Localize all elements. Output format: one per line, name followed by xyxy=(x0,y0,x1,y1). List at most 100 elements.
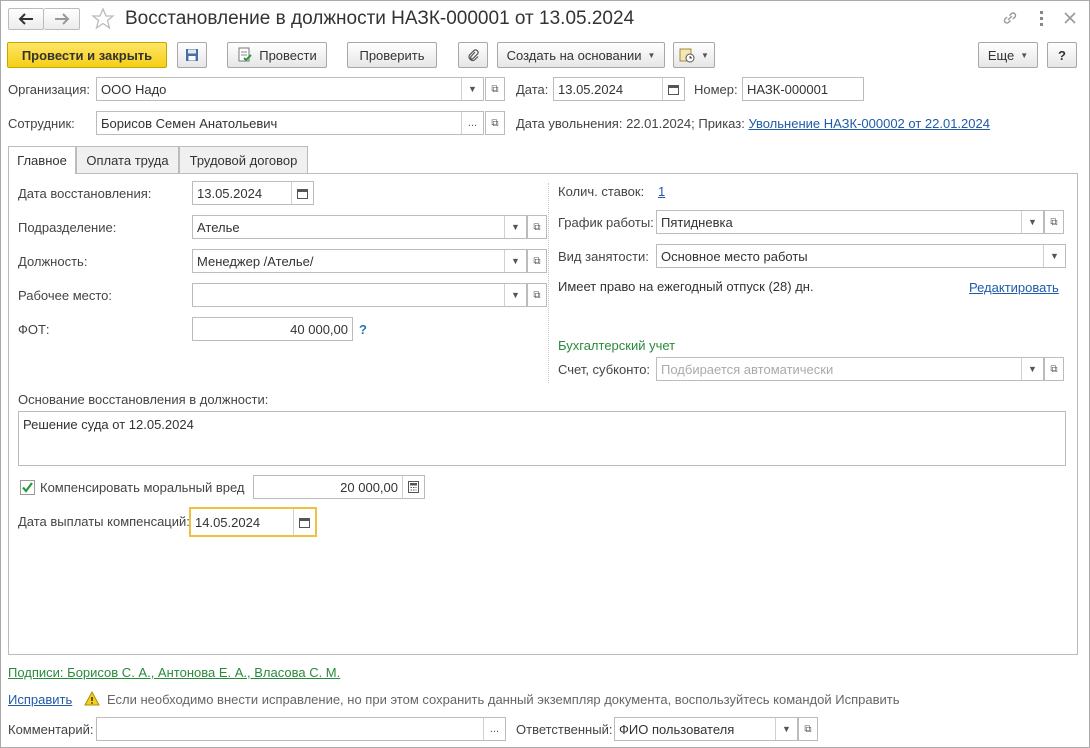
schedule-value: Пятидневка xyxy=(661,214,733,230)
organization-label: Организация: xyxy=(8,82,91,97)
document-window: Восстановление в должности НАЗК-000001 о… xyxy=(0,0,1090,748)
responsible-value: ФИО пользователя xyxy=(619,721,735,737)
compensate-checkbox[interactable] xyxy=(20,480,35,495)
account-field[interactable]: Подбирается автоматически ▼ xyxy=(656,357,1044,381)
open-window-icon: ⧉ xyxy=(491,83,499,95)
rates-label: Колич. ставок: xyxy=(558,184,645,199)
help-label: ? xyxy=(1058,47,1066,63)
check-button[interactable]: Проверить xyxy=(347,42,437,68)
open-window-icon: ⧉ xyxy=(533,289,541,301)
more-button[interactable]: Еще ▼ xyxy=(978,42,1038,68)
more-vert-icon[interactable] xyxy=(1037,9,1045,27)
number-field[interactable]: НАЗК-000001 xyxy=(742,77,864,101)
open-window-icon: ⧉ xyxy=(1050,216,1058,228)
organization-value: ООО Надо xyxy=(101,81,167,97)
calculator-icon[interactable] xyxy=(402,476,424,498)
calendar-icon[interactable] xyxy=(291,182,313,204)
department-value: Ателье xyxy=(197,219,240,235)
edit-vacation-link[interactable]: Редактировать xyxy=(969,280,1059,296)
organization-open-button[interactable]: ⧉ xyxy=(485,77,505,101)
check-mark-icon xyxy=(22,482,33,493)
tab-contract-label: Трудовой договор xyxy=(189,152,298,168)
fot-field[interactable]: 40 000,00 xyxy=(192,317,353,341)
basis-textarea[interactable]: Решение суда от 12.05.2024 xyxy=(18,411,1066,466)
account-label: Счет, субконто: xyxy=(558,362,651,377)
rates-link[interactable]: 1 xyxy=(658,184,665,200)
tab-main[interactable]: Главное xyxy=(8,146,76,174)
fix-link[interactable]: Исправить xyxy=(8,692,72,708)
fot-value: 40 000,00 xyxy=(290,321,348,337)
post-and-close-button[interactable]: Провести и закрыть xyxy=(7,42,167,68)
tab-payment-label: Оплата труда xyxy=(86,152,169,168)
attach-button[interactable] xyxy=(458,42,488,68)
position-open-button[interactable]: ⧉ xyxy=(527,249,547,273)
account-open-button[interactable]: ⧉ xyxy=(1044,357,1064,381)
create-based-on-label: Создать на основании xyxy=(506,47,642,63)
employee-field[interactable]: Борисов Семен Анатольевич ... xyxy=(96,111,484,135)
save-button[interactable] xyxy=(177,42,207,68)
help-button[interactable]: ? xyxy=(1047,42,1077,68)
post-button[interactable]: Провести xyxy=(227,42,327,68)
workplace-label: Рабочее место: xyxy=(18,288,113,303)
compensate-label[interactable]: Компенсировать моральный вред xyxy=(40,480,245,496)
reports-menu-button[interactable]: ▼ xyxy=(673,42,715,68)
restore-date-field[interactable]: 13.05.2024 xyxy=(192,181,314,205)
date-label: Дата: xyxy=(516,82,549,97)
payment-date-field[interactable]: 14.05.2024 xyxy=(189,507,317,537)
date-field[interactable]: 13.05.2024 xyxy=(553,77,685,101)
employee-open-button[interactable]: ⧉ xyxy=(485,111,505,135)
arrow-right-icon xyxy=(54,13,69,25)
responsible-field[interactable]: ФИО пользователя ▼ xyxy=(614,717,798,741)
window-title: Восстановление в должности НАЗК-000001 о… xyxy=(125,8,635,29)
compensate-amount-field[interactable]: 20 000,00 xyxy=(253,475,425,499)
schedule-open-button[interactable]: ⧉ xyxy=(1044,210,1064,234)
signatures-link[interactable]: Подписи: Борисов С. А., Антонова Е. А., … xyxy=(8,665,340,681)
create-based-on-button[interactable]: Создать на основании ▼ xyxy=(497,42,665,68)
employment-field[interactable]: Основное место работы ▼ xyxy=(656,244,1066,268)
workplace-field[interactable]: ▼ xyxy=(192,283,527,307)
back-button[interactable] xyxy=(8,8,44,30)
calendar-icon[interactable] xyxy=(293,509,315,535)
dropdown-arrow-icon[interactable]: ▼ xyxy=(1021,358,1043,380)
open-window-icon: ⧉ xyxy=(533,221,541,233)
department-open-button[interactable]: ⧉ xyxy=(527,215,547,239)
dropdown-arrow-icon[interactable]: ▼ xyxy=(1043,245,1065,267)
responsible-open-button[interactable]: ⧉ xyxy=(798,717,818,741)
chevron-down-icon: ▼ xyxy=(1020,50,1029,60)
payment-date-label: Дата выплаты компенсаций: xyxy=(18,514,190,529)
forward-button[interactable] xyxy=(44,8,80,30)
workplace-open-button[interactable]: ⧉ xyxy=(527,283,547,307)
dropdown-arrow-icon[interactable]: ▼ xyxy=(775,718,797,740)
dismissal-order-link[interactable]: Увольнение НАЗК-000002 от 22.01.2024 xyxy=(748,116,990,131)
open-window-icon: ⧉ xyxy=(1050,363,1058,375)
department-field[interactable]: Ателье ▼ xyxy=(192,215,527,239)
dropdown-arrow-icon[interactable]: ▼ xyxy=(504,216,526,238)
comment-field[interactable]: ... xyxy=(96,717,506,741)
vacation-text: Имеет право на ежегодный отпуск (28) дн. xyxy=(558,279,814,294)
select-dots-icon[interactable]: ... xyxy=(483,718,505,740)
tab-contract[interactable]: Трудовой договор xyxy=(179,146,308,173)
floppy-icon xyxy=(186,49,198,61)
employment-label: Вид занятости: xyxy=(558,249,649,264)
dropdown-arrow-icon[interactable]: ▼ xyxy=(461,78,483,100)
dropdown-arrow-icon[interactable]: ▼ xyxy=(504,284,526,306)
post-and-close-label: Провести и закрыть xyxy=(21,47,153,63)
link-icon[interactable] xyxy=(1001,9,1019,27)
favorite-star-icon[interactable] xyxy=(91,7,115,31)
calendar-icon[interactable] xyxy=(662,78,684,100)
position-field[interactable]: Менеджер /Ателье/ ▼ xyxy=(192,249,527,273)
schedule-field[interactable]: Пятидневка ▼ xyxy=(656,210,1044,234)
department-label: Подразделение: xyxy=(18,220,117,235)
organization-field[interactable]: ООО Надо ▼ xyxy=(96,77,484,101)
dropdown-arrow-icon[interactable]: ▼ xyxy=(1021,211,1043,233)
arrow-left-icon xyxy=(18,13,33,25)
report-clock-icon xyxy=(679,48,695,63)
fot-help-icon[interactable]: ? xyxy=(359,322,367,338)
fix-hint: Если необходимо внести исправление, но п… xyxy=(107,692,900,707)
account-placeholder: Подбирается автоматически xyxy=(661,361,834,377)
close-icon[interactable] xyxy=(1061,9,1079,27)
select-dots-icon[interactable]: ... xyxy=(461,112,483,134)
dropdown-arrow-icon[interactable]: ▼ xyxy=(504,250,526,272)
tab-payment[interactable]: Оплата труда xyxy=(76,146,179,173)
paperclip-icon xyxy=(468,49,479,62)
